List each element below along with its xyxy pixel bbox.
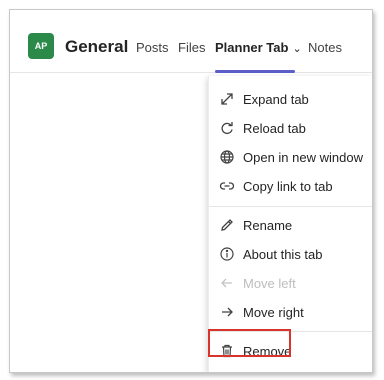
active-tab-indicator [215, 70, 295, 73]
menu-item-move-right[interactable]: Move right [209, 298, 372, 326]
link-icon [219, 178, 235, 194]
menu-item-open-new-window[interactable]: Open in new window [209, 143, 372, 171]
menu-item-copy-link[interactable]: Copy link to tab [209, 172, 372, 200]
tab-files[interactable]: Files [178, 40, 205, 55]
menu-item-label: Expand tab [243, 91, 309, 107]
teams-window: AP General Posts Files Planner Tab ⌄ Note… [9, 9, 373, 373]
tab-notes[interactable]: Notes [308, 40, 342, 55]
tab-options-menu: Expand tab Reload tab Open in new window [208, 76, 372, 372]
tab-posts[interactable]: Posts [136, 40, 169, 55]
menu-item-label: Rename [243, 217, 293, 233]
remove-highlight-box [208, 329, 291, 357]
menu-item-label: Reload tab [243, 120, 306, 136]
chevron-down-icon: ⌄ [292, 43, 302, 55]
menu-item-move-left: Move left [209, 269, 372, 297]
menu-item-rename[interactable]: Rename [209, 211, 372, 239]
menu-item-expand-tab[interactable]: Expand tab [209, 85, 372, 113]
tab-planner-label: Planner Tab [215, 40, 289, 55]
pencil-icon [219, 217, 235, 233]
reload-icon [219, 120, 235, 136]
channel-title: General [65, 37, 129, 56]
menu-item-reload-tab[interactable]: Reload tab [209, 114, 372, 142]
globe-icon [219, 149, 235, 165]
menu-item-about-tab[interactable]: About this tab [209, 240, 372, 268]
menu-item-label: Open in new window [243, 149, 363, 165]
menu-item-label: About this tab [243, 246, 323, 262]
info-icon [219, 246, 235, 262]
arrow-left-icon [219, 275, 235, 291]
menu-item-label: Copy link to tab [243, 178, 333, 194]
team-avatar[interactable]: AP [28, 33, 54, 59]
menu-divider [209, 206, 372, 207]
menu-item-label: Move right [243, 304, 304, 320]
tab-planner[interactable]: Planner Tab ⌄ [215, 40, 302, 55]
channel-header: AP General Posts Files Planner Tab ⌄ Note… [10, 10, 372, 73]
arrow-right-icon [219, 304, 235, 320]
menu-item-label: Move left [243, 275, 296, 291]
expand-icon [219, 91, 235, 107]
